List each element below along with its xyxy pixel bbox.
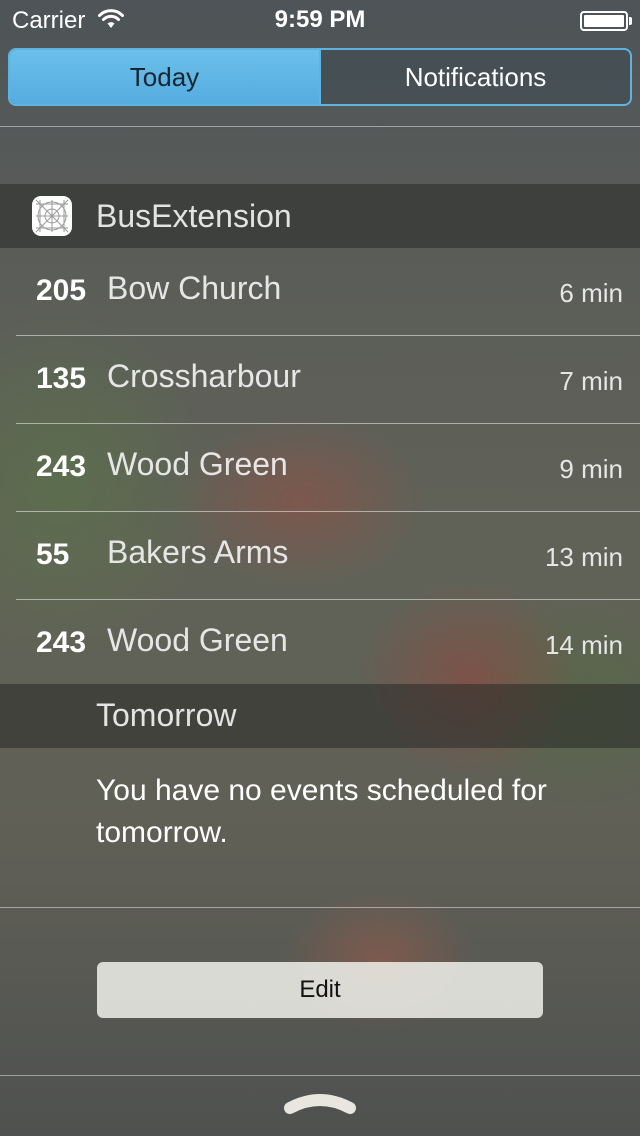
- arrival-time: 9 min: [559, 454, 623, 484]
- arrival-time: 14 min: [544, 630, 623, 660]
- status-time: 9:59 PM: [274, 6, 366, 33]
- bus-extension-app-icon: [32, 196, 72, 236]
- route-number: 135: [36, 362, 87, 395]
- destination: Bakers Arms: [107, 534, 289, 570]
- edit-button[interactable]: Edit: [97, 962, 543, 1018]
- view-switcher: Today Notifications: [8, 48, 632, 106]
- bus-row[interactable]: 135 Crossharbour 7 min: [0, 336, 640, 424]
- widget-header: BusExtension: [0, 184, 640, 248]
- grabber-handle-icon[interactable]: [284, 1090, 356, 1116]
- destination: Wood Green: [107, 446, 288, 482]
- route-number: 243: [36, 626, 87, 659]
- arrival-time: 13 min: [544, 542, 623, 572]
- arrival-time: 7 min: [559, 366, 623, 396]
- tab-today[interactable]: Today: [10, 50, 319, 104]
- tomorrow-title: Tomorrow: [96, 697, 237, 733]
- battery-icon: [580, 11, 632, 31]
- route-number: 55: [36, 538, 70, 571]
- top-divider: [0, 126, 640, 127]
- section-divider: [0, 907, 640, 908]
- bus-row[interactable]: 55 Bakers Arms 13 min: [0, 512, 640, 600]
- no-events-message: You have no events scheduled for tomorro…: [96, 774, 547, 849]
- destination: Wood Green: [107, 622, 288, 658]
- tomorrow-header: Tomorrow: [0, 684, 640, 748]
- bus-row[interactable]: 205 Bow Church 6 min: [0, 248, 640, 336]
- tab-notifications[interactable]: Notifications: [319, 50, 630, 104]
- bus-row[interactable]: 243 Wood Green 14 min: [0, 600, 640, 688]
- bottom-divider: [0, 1075, 640, 1076]
- route-number: 205: [36, 274, 87, 307]
- route-number: 243: [36, 450, 87, 483]
- arrival-time: 6 min: [559, 278, 623, 308]
- bus-row[interactable]: 243 Wood Green 9 min: [0, 424, 640, 512]
- status-bar: Carrier 9:59 PM: [0, 0, 640, 40]
- destination: Crossharbour: [107, 358, 301, 394]
- destination: Bow Church: [107, 270, 282, 306]
- widget-title: BusExtension: [96, 198, 292, 234]
